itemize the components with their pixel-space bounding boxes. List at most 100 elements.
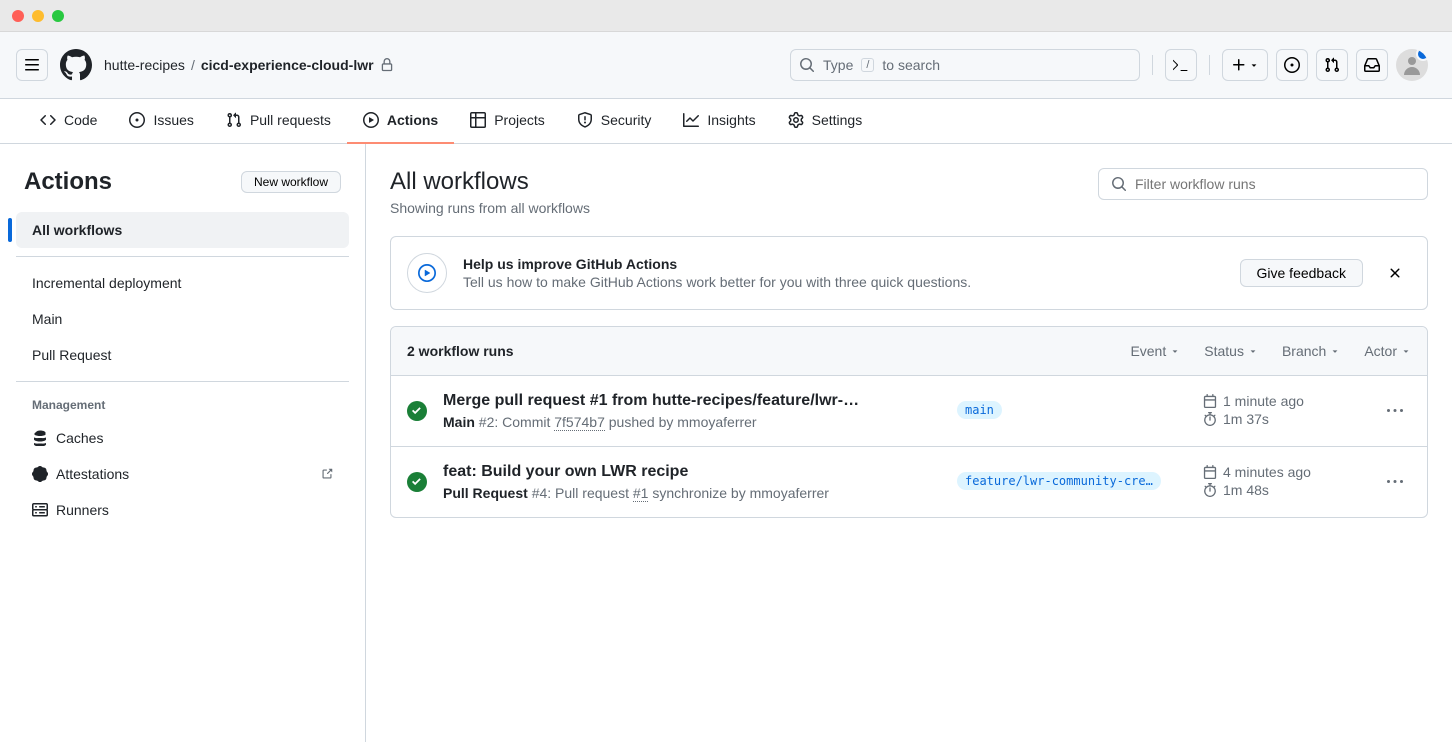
window-minimize-button[interactable] [32,10,44,22]
breadcrumb-owner[interactable]: hutte-recipes [104,57,185,73]
run-main: Merge pull request #1 from hutte-recipes… [443,392,941,430]
tab-pull-requests[interactable]: Pull requests [210,99,347,144]
notifications-button[interactable] [1356,49,1388,81]
run-actions-button[interactable] [1379,395,1411,427]
caret-down-icon [1248,346,1258,356]
search-text-suffix: to search [882,57,940,73]
search-icon [799,57,815,73]
hamburger-icon [24,57,40,73]
external-link-icon [321,468,333,480]
sidebar: Actions New workflow All workflows Incre… [0,144,366,742]
inbox-icon [1364,57,1380,73]
sidebar-item-caches[interactable]: Caches [16,420,349,456]
tab-actions[interactable]: Actions [347,99,454,144]
branch-badge[interactable]: main [957,401,1002,419]
tab-label: Projects [494,112,545,128]
plus-icon [1231,57,1247,73]
run-meta: Main #2: Commit 7f574b7 pushed by mmoyaf… [443,414,941,430]
content-header: All workflows Showing runs from all work… [390,168,1428,216]
calendar-icon [1203,394,1217,408]
search-icon [1111,176,1127,192]
run-title[interactable]: Merge pull request #1 from hutte-recipes… [443,392,941,410]
search-input[interactable]: Type / to search [790,49,1140,81]
window-close-button[interactable] [12,10,24,22]
run-timing: 1 minute ago 1m 37s [1203,393,1363,429]
sidebar-item-all-workflows[interactable]: All workflows [16,212,349,248]
caret-down-icon [1249,60,1259,70]
repo-nav: Code Issues Pull requests Actions Projec… [0,99,1452,144]
banner-icon-wrapper [407,253,447,293]
sidebar-item-workflow[interactable]: Pull Request [16,337,349,373]
create-new-button[interactable] [1222,49,1268,81]
sidebar-header: Actions New workflow [16,168,349,196]
sidebar-item-attestations[interactable]: Attestations [16,456,349,492]
filter-event[interactable]: Event [1130,343,1180,359]
tab-settings[interactable]: Settings [772,99,879,144]
tab-label: Code [64,112,97,128]
run-meta-suffix: synchronize by mmoyaferrer [648,485,829,501]
table-icon [470,112,486,128]
command-palette-button[interactable] [1165,49,1197,81]
sidebar-item-runners[interactable]: Runners [16,492,349,528]
sidebar-item-label: All workflows [32,222,122,238]
caret-down-icon [1401,346,1411,356]
stopwatch-icon [1203,483,1217,497]
window-maximize-button[interactable] [52,10,64,22]
sidebar-item-label: Caches [56,430,103,446]
banner-description: Tell us how to make GitHub Actions work … [463,274,1224,290]
main-layout: Actions New workflow All workflows Incre… [0,144,1452,742]
kebab-icon [1387,403,1403,419]
run-pr-link[interactable]: #1 [633,485,649,502]
pull-request-icon [1324,57,1340,73]
runs-header: 2 workflow runs Event Status Branch [391,327,1427,376]
tab-label: Issues [153,112,193,128]
graph-icon [683,112,699,128]
branch-badge[interactable]: feature/lwr-community-cre… [957,472,1161,490]
run-duration: 1m 37s [1223,411,1269,427]
run-time-ago: 4 minutes ago [1223,464,1311,480]
caret-down-icon [1170,346,1180,356]
tab-label: Security [601,112,652,128]
filter-input-wrapper[interactable] [1098,168,1428,200]
pull-requests-button[interactable] [1316,49,1348,81]
run-title[interactable]: feat: Build your own LWR recipe [443,463,941,481]
tab-insights[interactable]: Insights [667,99,771,144]
stopwatch-icon [1203,412,1217,426]
tab-code[interactable]: Code [24,99,113,144]
sidebar-item-label: Pull Request [32,347,111,363]
filter-branch[interactable]: Branch [1282,343,1340,359]
tab-projects[interactable]: Projects [454,99,561,144]
filter-input[interactable] [1135,176,1415,192]
workflow-runs-table: 2 workflow runs Event Status Branch [390,326,1428,518]
breadcrumb-repo[interactable]: cicd-experience-cloud-lwr [201,57,374,73]
filter-actor[interactable]: Actor [1364,343,1411,359]
sidebar-item-label: Main [32,311,62,327]
filter-label: Status [1204,343,1244,359]
sidebar-section-label: Management [16,390,349,420]
tab-security[interactable]: Security [561,99,668,144]
banner-close-button[interactable] [1379,257,1411,289]
workflow-run-row[interactable]: Merge pull request #1 from hutte-recipes… [391,376,1427,447]
sidebar-item-workflow[interactable]: Main [16,301,349,337]
content: All workflows Showing runs from all work… [366,144,1452,742]
tab-issues[interactable]: Issues [113,99,209,144]
run-actions-button[interactable] [1379,466,1411,498]
give-feedback-button[interactable]: Give feedback [1240,259,1364,287]
page-subtitle: Showing runs from all workflows [390,200,590,216]
run-number: #4 [532,485,548,501]
filter-status[interactable]: Status [1204,343,1258,359]
top-header: hutte-recipes / cicd-experience-cloud-lw… [0,32,1452,99]
pull-request-icon [226,112,242,128]
search-slash-key: / [861,58,874,72]
run-commit-link[interactable]: 7f574b7 [554,414,605,431]
verified-icon [32,466,48,482]
banner-text: Help us improve GitHub Actions Tell us h… [463,256,1224,290]
new-workflow-button[interactable]: New workflow [241,171,341,193]
hamburger-menu-button[interactable] [16,49,48,81]
sidebar-item-workflow[interactable]: Incremental deployment [16,265,349,301]
divider [16,256,349,257]
user-avatar[interactable] [1396,49,1428,81]
workflow-run-row[interactable]: feat: Build your own LWR recipe Pull Req… [391,447,1427,517]
github-logo-icon[interactable] [60,49,92,81]
issues-button[interactable] [1276,49,1308,81]
